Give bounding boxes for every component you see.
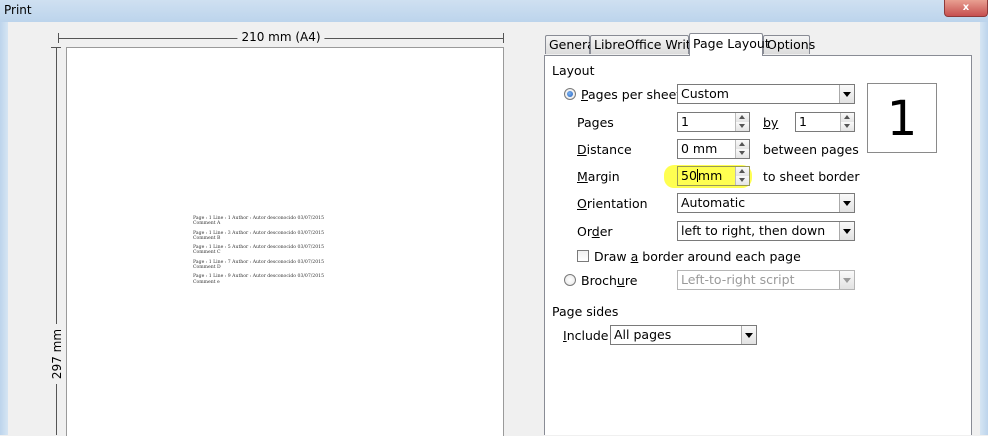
window-frame-right — [980, 22, 988, 435]
draw-border-checkbox[interactable] — [577, 250, 589, 262]
brochure-radio[interactable] — [564, 274, 576, 286]
tab-page-layout[interactable]: Page Layout — [689, 33, 770, 56]
chevron-down-icon — [839, 85, 854, 103]
include-label: Include — [563, 328, 609, 343]
order-label: Order — [577, 224, 613, 239]
tab-libreoffice-writer[interactable]: LibreOffice Writer — [590, 35, 704, 54]
preview-height-label: 297 mm — [50, 324, 64, 384]
pages-columns-stepper[interactable]: 1 — [677, 112, 750, 132]
window-frame-left — [0, 22, 8, 435]
tab-general[interactable]: General — [545, 35, 598, 54]
draw-border-label: Draw a border around each page — [594, 249, 801, 264]
distance-suffix: between pages — [763, 142, 859, 157]
page-sides-heading: Page sides — [552, 304, 619, 319]
spin-down-icon[interactable] — [736, 122, 749, 131]
chevron-down-icon — [839, 271, 854, 289]
spin-down-icon[interactable] — [736, 149, 749, 158]
window-title: Print — [4, 3, 32, 17]
close-button[interactable]: x — [944, 0, 988, 17]
preview-entry: Page : 1 Line : 3 Author : Autor descono… — [193, 230, 325, 241]
print-preview-page: Page : 1 Line : 1 Author : Autor descono… — [66, 47, 504, 436]
preview-width-label: 210 mm (A4) — [237, 30, 325, 44]
spin-down-icon[interactable] — [841, 122, 854, 131]
pages-rows-stepper[interactable]: 1 — [795, 112, 855, 132]
brochure-label: Brochure — [581, 273, 638, 288]
distance-label: Distance — [577, 142, 632, 157]
include-select[interactable]: All pages — [610, 325, 757, 345]
preview-height-dimension: 297 mm — [47, 47, 65, 435]
title-bar: Print x — [0, 0, 988, 23]
chevron-down-icon — [839, 222, 854, 240]
orientation-select[interactable]: Automatic — [677, 193, 855, 213]
margin-label: Margin — [577, 169, 620, 184]
margin-stepper[interactable]: 50mm — [677, 166, 750, 186]
preview-entry: Page : 1 Line : 9 Author : Autor descono… — [193, 274, 325, 285]
order-select[interactable]: left to right, then down — [677, 221, 855, 241]
chevron-down-icon — [839, 194, 854, 212]
brochure-script-select[interactable]: Left-to-right script — [677, 270, 855, 290]
tab-options[interactable]: Options — [763, 35, 815, 54]
chevron-down-icon — [741, 326, 756, 344]
preview-width-dimension: 210 mm (A4) — [58, 29, 504, 47]
close-icon: x — [962, 2, 970, 13]
distance-stepper[interactable]: 0 mm — [677, 139, 750, 159]
layout-heading: Layout — [552, 63, 595, 78]
pages-per-sheet-preview: 1 — [867, 83, 937, 153]
orientation-label: Orientation — [577, 196, 648, 211]
preview-entry: Page : 1 Line : 5 Author : Autor descono… — [193, 245, 325, 256]
preview-entry: Page : 1 Line : 1 Author : Autor descono… — [193, 216, 325, 227]
pages-per-sheet-radio[interactable] — [564, 88, 576, 100]
preview-comments: Page : 1 Line : 1 Author : Autor descono… — [193, 216, 353, 289]
pages-label: Pages — [577, 115, 614, 130]
pages-per-sheet-label: Pages per sheet — [581, 87, 682, 102]
pages-per-sheet-select[interactable]: Custom — [677, 84, 855, 104]
spin-down-icon[interactable] — [736, 176, 749, 185]
by-label: by — [763, 115, 779, 130]
margin-suffix: to sheet border — [763, 169, 860, 184]
preview-entry: Page : 1 Line : 7 Author : Autor descono… — [193, 259, 325, 270]
